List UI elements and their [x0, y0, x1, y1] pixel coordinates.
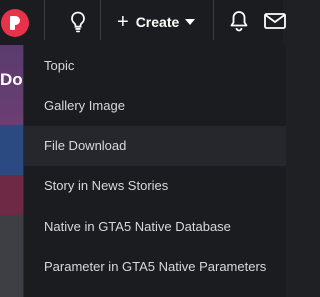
background-heading: Do: [0, 70, 23, 89]
avatar-glyph-bowl: [11, 16, 20, 25]
lightbulb-icon[interactable]: [70, 11, 86, 33]
nav-divider: [44, 0, 45, 40]
top-navigation-bar: + Create: [0, 0, 286, 45]
create-button[interactable]: + Create: [117, 10, 196, 34]
create-label: Create: [135, 14, 180, 30]
menu-item-topic[interactable]: Topic: [24, 46, 286, 86]
mail-icon[interactable]: [264, 12, 286, 30]
plus-icon: +: [117, 11, 129, 33]
create-dropdown-menu: Topic Gallery Image File Download Story …: [23, 38, 286, 297]
menu-item-file-download[interactable]: File Download: [24, 126, 286, 166]
background-banner-red: [0, 175, 23, 215]
menu-item-parameter[interactable]: Parameter in GTA5 Native Parameters: [24, 247, 286, 287]
nav-divider: [100, 0, 101, 40]
background-content: [0, 215, 23, 297]
dropdown-pointer: [149, 38, 163, 45]
caret-down-icon: [185, 19, 196, 25]
menu-item-native[interactable]: Native in GTA5 Native Database: [24, 207, 286, 247]
menu-item-gallery-image[interactable]: Gallery Image: [24, 86, 286, 126]
nav-divider: [213, 0, 214, 40]
menu-item-story[interactable]: Story in News Stories: [24, 166, 286, 206]
user-avatar[interactable]: [1, 9, 29, 37]
background-banner-blue: [0, 125, 23, 175]
bell-icon[interactable]: [229, 10, 249, 32]
